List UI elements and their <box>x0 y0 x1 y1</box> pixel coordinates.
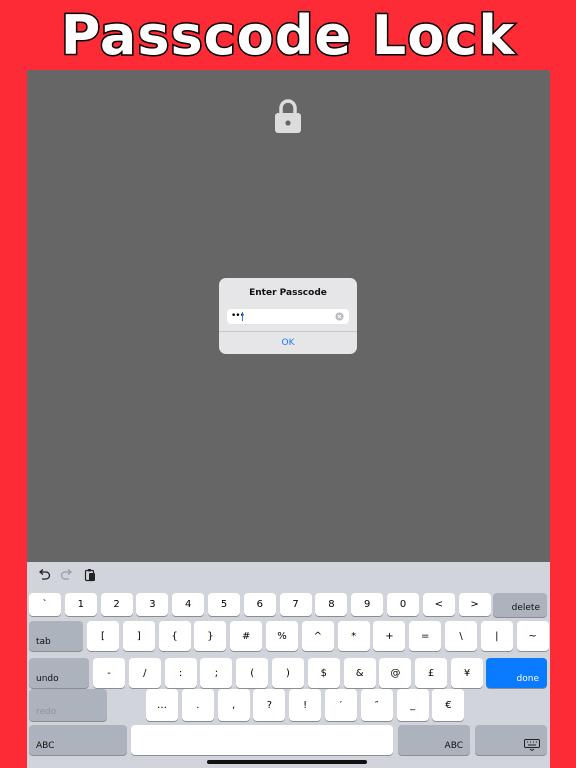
key-row2-7[interactable]: * <box>337 621 370 651</box>
clear-icon[interactable] <box>335 312 344 321</box>
hide-keyboard-key[interactable] <box>475 725 547 755</box>
key-row4-0[interactable]: … <box>146 689 178 721</box>
key-row2-5[interactable]: % <box>266 621 298 651</box>
key-row1-3[interactable]: 3 <box>136 593 169 616</box>
key-row4-5[interactable]: ′ <box>325 689 357 721</box>
key-row1-2[interactable]: 2 <box>100 593 133 616</box>
key-row1-4[interactable]: 4 <box>172 593 205 616</box>
passcode-input[interactable]: ••• <box>227 309 349 324</box>
key-row1-8[interactable]: 8 <box>315 593 348 616</box>
key-row3-8[interactable]: @ <box>379 658 412 688</box>
undo-key[interactable]: undo <box>29 658 89 688</box>
space-key[interactable] <box>131 725 393 755</box>
key-row1-9[interactable]: 9 <box>351 593 384 616</box>
redo-key[interactable]: redo <box>29 689 107 721</box>
key-row3-6[interactable]: $ <box>307 658 340 688</box>
key-row4-1[interactable]: . <box>181 689 214 721</box>
key-row4-4[interactable]: ! <box>289 689 322 721</box>
paste-icon[interactable] <box>83 568 97 582</box>
abc-key-right[interactable]: ABC <box>398 725 470 755</box>
key-row2-3[interactable]: } <box>194 621 227 651</box>
key-row2-4[interactable]: # <box>230 621 263 651</box>
key-row3-5[interactable]: ) <box>272 658 304 688</box>
banner-title: Passcode Lock <box>59 4 516 67</box>
key-row1-7[interactable]: 7 <box>279 593 312 616</box>
key-row2-8[interactable]: + <box>373 621 406 651</box>
key-row2-9[interactable]: = <box>409 621 442 651</box>
key-row3-7[interactable]: & <box>343 658 376 688</box>
key-row1-5[interactable]: 5 <box>208 593 240 616</box>
key-row1-11[interactable]: < <box>422 593 455 616</box>
home-indicator <box>207 760 367 764</box>
banner: Passcode Lock <box>0 0 576 70</box>
redo-icon[interactable] <box>60 568 74 582</box>
key-row3-3[interactable]: ; <box>200 658 233 688</box>
key-row3-10[interactable]: ¥ <box>451 658 483 688</box>
key-row4-8[interactable]: € <box>432 689 465 721</box>
dialog-title: Enter Passcode <box>249 288 327 298</box>
lock-icon <box>275 99 301 133</box>
key-row4-3[interactable]: ? <box>253 689 286 721</box>
key-row3-4[interactable]: ( <box>236 658 269 688</box>
app-screen: Enter Passcode ••• OK delete tab undo do… <box>27 70 550 768</box>
ok-button[interactable]: OK <box>219 332 357 354</box>
done-key[interactable]: done <box>486 658 547 688</box>
key-row1-6[interactable]: 6 <box>243 593 276 616</box>
key-row4-2[interactable]: , <box>217 689 250 721</box>
keyboard: delete tab undo done redo ABC ABC ` 1 2 3 4 5… <box>27 562 550 768</box>
key-row2-10[interactable]: \ <box>445 621 477 651</box>
key-row3-0[interactable]: - <box>93 658 125 688</box>
key-row1-12[interactable]: > <box>458 593 491 616</box>
key-row2-6[interactable]: ^ <box>301 621 334 651</box>
key-row2-11[interactable]: | <box>480 621 513 651</box>
abc-key-left[interactable]: ABC <box>29 725 127 755</box>
key-row3-9[interactable]: £ <box>415 658 448 688</box>
key-row1-0[interactable]: ` <box>29 593 61 616</box>
key-row2-0[interactable]: [ <box>87 621 119 651</box>
passcode-dialog: Enter Passcode ••• OK <box>219 278 357 354</box>
key-row2-2[interactable]: { <box>158 621 191 651</box>
key-row3-2[interactable]: : <box>164 658 197 688</box>
delete-key[interactable]: delete <box>493 593 547 617</box>
undo-icon[interactable] <box>37 568 51 582</box>
key-row4-7[interactable]: _ <box>396 689 429 721</box>
tab-key[interactable]: tab <box>29 621 83 651</box>
key-row2-1[interactable]: ] <box>122 621 155 651</box>
key-row2-12[interactable]: ~ <box>516 621 549 651</box>
text-caret <box>242 312 243 321</box>
key-row1-10[interactable]: 0 <box>387 593 419 616</box>
key-row1-1[interactable]: 1 <box>64 593 97 616</box>
key-row3-1[interactable]: / <box>128 658 161 688</box>
key-row4-6[interactable]: ″ <box>360 689 393 721</box>
keyboard-icon <box>524 739 540 751</box>
